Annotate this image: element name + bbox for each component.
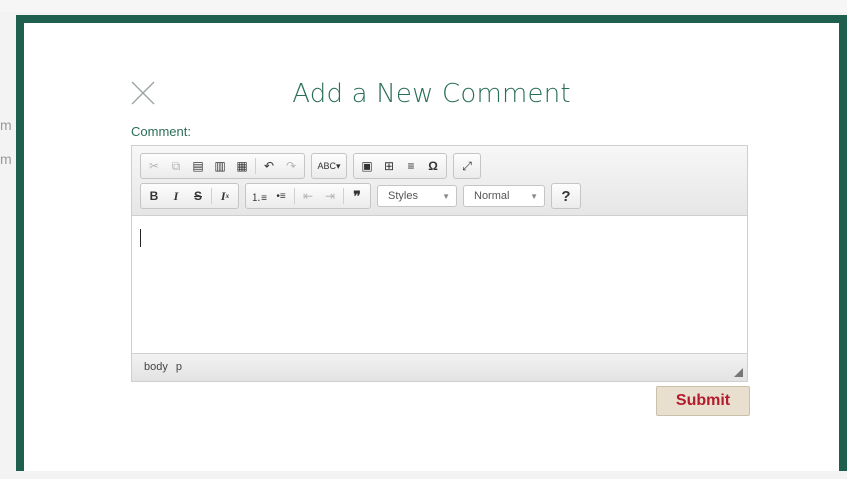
submit-button[interactable]: Submit bbox=[656, 386, 750, 416]
cut-icon[interactable]: ✂ bbox=[143, 156, 165, 176]
redo-icon[interactable]: ↷ bbox=[280, 156, 302, 176]
paste-word-icon[interactable]: ▦ bbox=[231, 156, 253, 176]
toolbar-row-1: ✂ ⧉ ▤ ▥ ▦ ↶ ↷ ABC▾ ▣ ⊞ ≡ Ω ⤢ bbox=[140, 153, 487, 179]
copy-icon[interactable]: ⧉ bbox=[165, 156, 187, 176]
editor-content-area[interactable] bbox=[132, 216, 747, 353]
rich-text-editor: ✂ ⧉ ▤ ▥ ▦ ↶ ↷ ABC▾ ▣ ⊞ ≡ Ω ⤢ B I S I x ⒈… bbox=[131, 145, 748, 382]
insert-group: ▣ ⊞ ≡ Ω bbox=[353, 153, 447, 179]
italic-icon[interactable]: I bbox=[165, 186, 187, 206]
spellcheck-icon[interactable]: ABC▾ bbox=[314, 156, 344, 176]
clipboard-group: ✂ ⧉ ▤ ▥ ▦ ↶ ↷ bbox=[140, 153, 305, 179]
blockquote-icon[interactable]: ❞ bbox=[346, 186, 368, 206]
styles-dropdown[interactable]: Styles ▼ bbox=[377, 185, 457, 207]
paragraph-group: ⒈≡ •≡ ⇤ ⇥ ❞ bbox=[245, 183, 371, 209]
toolbar-separator bbox=[255, 158, 256, 174]
toolbar-separator bbox=[211, 188, 212, 204]
paste-text-icon[interactable]: ▥ bbox=[209, 156, 231, 176]
chevron-down-icon: ▼ bbox=[530, 191, 538, 201]
background-text-fragment: m bbox=[0, 117, 12, 133]
strike-icon[interactable]: S bbox=[187, 186, 209, 206]
undo-icon[interactable]: ↶ bbox=[258, 156, 280, 176]
resize-handle-icon[interactable] bbox=[734, 368, 743, 377]
toolbar-row-2: B I S Ix ⒈≡ •≡ ⇤ ⇥ ❞ Styles ▼ Normal ▼ ? bbox=[140, 183, 587, 209]
editor-toolbar: ✂ ⧉ ▤ ▥ ▦ ↶ ↷ ABC▾ ▣ ⊞ ≡ Ω ⤢ B I S I x ⒈… bbox=[132, 146, 747, 216]
spellcheck-group: ABC▾ bbox=[311, 153, 347, 179]
path-item-p[interactable]: p bbox=[176, 361, 182, 373]
format-dropdown[interactable]: Normal ▼ bbox=[463, 185, 545, 207]
background-bottom-strip bbox=[0, 471, 847, 479]
text-cursor bbox=[140, 229, 141, 247]
numbered-list-icon[interactable]: ⒈≡ bbox=[248, 186, 270, 206]
special-char-icon[interactable]: Ω bbox=[422, 156, 444, 176]
tools-group: ⤢ bbox=[453, 153, 481, 179]
toolbar-separator bbox=[343, 188, 344, 204]
element-path: body p bbox=[144, 361, 182, 373]
add-comment-modal: Add a New Comment Comment: ✂ ⧉ ▤ ▥ ▦ ↶ ↷… bbox=[16, 15, 847, 479]
chevron-down-icon: ▼ bbox=[442, 191, 450, 201]
image-icon[interactable]: ▣ bbox=[356, 156, 378, 176]
toolbar-separator bbox=[294, 188, 295, 204]
basic-style-group: B I S Ix bbox=[140, 183, 239, 209]
remove-format-icon[interactable]: Ix bbox=[214, 186, 236, 206]
modal-title: Add a New Comment bbox=[292, 79, 571, 109]
help-group: ? bbox=[551, 183, 581, 209]
paste-icon[interactable]: ▤ bbox=[187, 156, 209, 176]
comment-label: Comment: bbox=[131, 124, 191, 139]
background-text-fragment: m bbox=[0, 151, 12, 167]
path-item-body[interactable]: body bbox=[144, 361, 168, 373]
bulleted-list-icon[interactable]: •≡ bbox=[270, 186, 292, 206]
background-topline bbox=[0, 0, 847, 12]
bold-icon[interactable]: B bbox=[143, 186, 165, 206]
styles-dropdown-label: Styles bbox=[388, 190, 418, 202]
format-dropdown-label: Normal bbox=[474, 190, 510, 202]
editor-statusbar: body p bbox=[132, 353, 747, 381]
table-icon[interactable]: ⊞ bbox=[378, 156, 400, 176]
horizontal-line-icon[interactable]: ≡ bbox=[400, 156, 422, 176]
outdent-icon[interactable]: ⇤ bbox=[297, 186, 319, 206]
maximize-icon[interactable]: ⤢ bbox=[456, 156, 478, 176]
indent-icon[interactable]: ⇥ bbox=[319, 186, 341, 206]
help-icon[interactable]: ? bbox=[555, 186, 577, 206]
